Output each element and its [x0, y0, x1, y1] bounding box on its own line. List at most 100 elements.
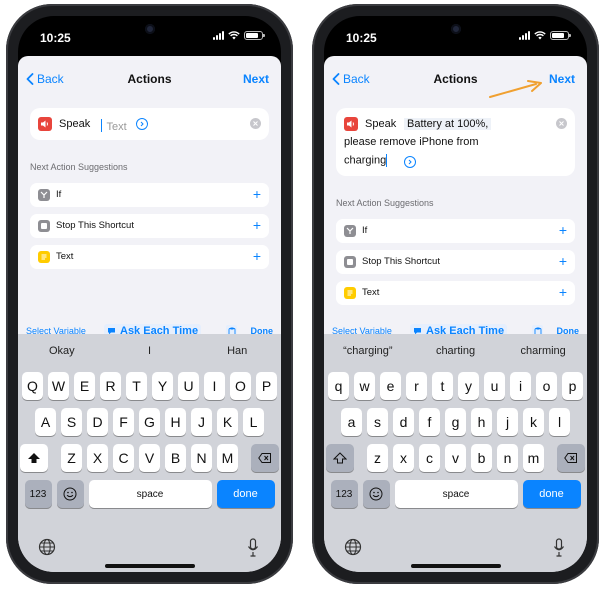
key[interactable]: r [406, 372, 427, 400]
done-key[interactable]: done [522, 480, 581, 508]
add-icon[interactable]: + [253, 217, 261, 233]
key[interactable]: K [217, 408, 238, 436]
key[interactable]: V [139, 444, 160, 472]
next-button[interactable]: Next [243, 72, 269, 86]
add-icon[interactable]: + [559, 253, 567, 269]
key[interactable]: X [87, 444, 108, 472]
next-button[interactable]: Next [549, 72, 575, 86]
key[interactable]: f [419, 408, 440, 436]
key[interactable]: E [74, 372, 95, 400]
key[interactable]: c [419, 444, 440, 472]
speak-text-field[interactable]: charging [344, 154, 388, 167]
key[interactable]: H [165, 408, 186, 436]
key[interactable]: O [230, 372, 251, 400]
suggestion-stop-this-shortcut[interactable]: Stop This Shortcut + [336, 250, 575, 274]
key[interactable]: J [191, 408, 212, 436]
clear-icon[interactable] [250, 118, 261, 129]
key[interactable]: t [432, 372, 453, 400]
key[interactable]: N [191, 444, 212, 472]
globe-icon[interactable] [38, 538, 56, 556]
add-icon[interactable]: + [559, 222, 567, 238]
add-icon[interactable]: + [559, 284, 567, 300]
microphone-icon[interactable] [247, 538, 259, 558]
key[interactable]: d [393, 408, 414, 436]
numbers-key[interactable]: 123 [330, 480, 358, 508]
key[interactable]: p [562, 372, 583, 400]
prediction-item[interactable]: Han [193, 334, 281, 368]
emoji-key[interactable] [56, 480, 84, 508]
speak-text-line[interactable]: please remove iPhone from [344, 136, 479, 148]
expand-arrow-icon[interactable] [404, 156, 416, 168]
space-key[interactable]: space [88, 480, 212, 508]
suggestion-text[interactable]: Text + [30, 245, 269, 269]
key[interactable]: h [471, 408, 492, 436]
emoji-key[interactable] [362, 480, 390, 508]
done-key[interactable]: done [216, 480, 275, 508]
key[interactable]: A [35, 408, 56, 436]
numbers-key[interactable]: 123 [24, 480, 52, 508]
shift-key[interactable] [326, 444, 354, 472]
key[interactable]: Q [22, 372, 43, 400]
key[interactable]: q [328, 372, 349, 400]
microphone-icon[interactable] [553, 538, 565, 558]
suggestion-if[interactable]: If + [336, 219, 575, 243]
key[interactable]: M [217, 444, 238, 472]
key[interactable]: v [445, 444, 466, 472]
key[interactable]: z [367, 444, 388, 472]
key[interactable]: I [204, 372, 225, 400]
key[interactable]: D [87, 408, 108, 436]
expand-arrow-icon[interactable] [136, 118, 148, 130]
delete-key[interactable] [557, 444, 585, 472]
key[interactable]: Y [152, 372, 173, 400]
prediction-item[interactable]: charting [412, 334, 500, 368]
key[interactable]: n [497, 444, 518, 472]
key[interactable]: i [510, 372, 531, 400]
space-key[interactable]: space [394, 480, 518, 508]
key[interactable]: g [445, 408, 466, 436]
shift-key[interactable] [20, 444, 48, 472]
key[interactable]: j [497, 408, 518, 436]
key[interactable]: S [61, 408, 82, 436]
key[interactable]: F [113, 408, 134, 436]
suggestion-if[interactable]: If + [30, 183, 269, 207]
delete-key[interactable] [251, 444, 279, 472]
suggestion-stop-this-shortcut[interactable]: Stop This Shortcut + [30, 214, 269, 238]
key[interactable]: Z [61, 444, 82, 472]
add-icon[interactable]: + [253, 248, 261, 264]
key[interactable]: G [139, 408, 160, 436]
key[interactable]: W [48, 372, 69, 400]
key[interactable]: u [484, 372, 505, 400]
key[interactable]: R [100, 372, 121, 400]
suggestions-heading: Next Action Suggestions [336, 198, 434, 208]
key[interactable]: x [393, 444, 414, 472]
speak-text-line[interactable]: Battery at 100%, [404, 118, 492, 130]
prediction-item[interactable]: “charging” [324, 334, 412, 368]
key[interactable]: o [536, 372, 557, 400]
speak-action-card[interactable]: Speak Battery at 100%, please remove iPh… [336, 108, 575, 176]
suggestion-text[interactable]: Text + [336, 281, 575, 305]
clear-icon[interactable] [556, 118, 567, 129]
key[interactable]: B [165, 444, 186, 472]
wifi-icon [228, 31, 240, 40]
prediction-item[interactable]: I [106, 334, 194, 368]
key[interactable]: s [367, 408, 388, 436]
key[interactable]: k [523, 408, 544, 436]
key[interactable]: a [341, 408, 362, 436]
key[interactable]: l [549, 408, 570, 436]
prediction-item[interactable]: Okay [18, 334, 106, 368]
key[interactable]: U [178, 372, 199, 400]
speak-action-card[interactable]: Speak Text [30, 108, 269, 140]
key[interactable]: L [243, 408, 264, 436]
globe-icon[interactable] [344, 538, 362, 556]
add-icon[interactable]: + [253, 186, 261, 202]
key[interactable]: y [458, 372, 479, 400]
key[interactable]: w [354, 372, 375, 400]
key[interactable]: m [523, 444, 544, 472]
key[interactable]: e [380, 372, 401, 400]
prediction-item[interactable]: charming [499, 334, 587, 368]
speak-text-field[interactable]: Text [101, 117, 127, 135]
key[interactable]: P [256, 372, 277, 400]
key[interactable]: T [126, 372, 147, 400]
key[interactable]: b [471, 444, 492, 472]
key[interactable]: C [113, 444, 134, 472]
